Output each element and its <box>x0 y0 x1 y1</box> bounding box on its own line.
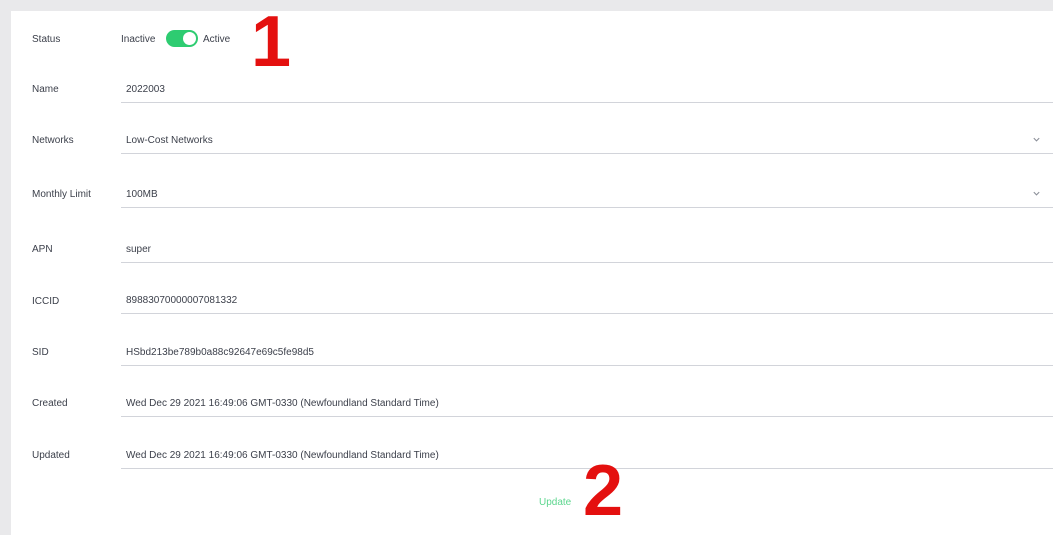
monthly-limit-select[interactable]: 100MB <box>121 183 1053 208</box>
annotation-marker-1: 1 <box>251 2 292 82</box>
sim-details-card: Status Inactive Active Name 2022003 Netw… <box>11 11 1053 535</box>
name-value: 2022003 <box>126 84 165 95</box>
annotation-marker-2: 2 <box>583 451 624 531</box>
chevron-down-icon[interactable] <box>1032 135 1041 144</box>
updated-value: Wed Dec 29 2021 16:49:06 GMT-0330 (Newfo… <box>126 450 439 461</box>
toggle-knob <box>183 32 196 45</box>
sid-label: SID <box>32 347 49 358</box>
networks-value: Low-Cost Networks <box>126 135 213 146</box>
iccid-value: 89883070000007081332 <box>126 295 238 306</box>
status-inactive-text: Inactive <box>121 34 156 45</box>
status-toggle[interactable] <box>166 30 198 47</box>
iccid-field[interactable]: 89883070000007081332 <box>121 289 1053 314</box>
apn-field[interactable]: super <box>121 238 1053 263</box>
chevron-down-icon[interactable] <box>1032 189 1041 198</box>
apn-label: APN <box>32 244 53 255</box>
iccid-label: ICCID <box>32 296 60 307</box>
monthly-limit-value: 100MB <box>126 189 158 200</box>
created-label: Created <box>32 398 68 409</box>
name-label: Name <box>32 84 59 95</box>
created-field[interactable]: Wed Dec 29 2021 16:49:06 GMT-0330 (Newfo… <box>121 392 1053 417</box>
created-value: Wed Dec 29 2021 16:49:06 GMT-0330 (Newfo… <box>126 398 439 409</box>
updated-label: Updated <box>32 450 70 461</box>
networks-select[interactable]: Low-Cost Networks <box>121 129 1053 154</box>
status-label: Status <box>32 34 61 45</box>
apn-value: super <box>126 244 152 255</box>
sid-field[interactable]: HSbd213be789b0a88c92647e69c5fe98d5 <box>121 341 1053 366</box>
sid-value: HSbd213be789b0a88c92647e69c5fe98d5 <box>126 347 314 358</box>
status-active-text: Active <box>203 34 231 45</box>
update-button[interactable]: Update <box>535 495 575 510</box>
monthly-limit-label: Monthly Limit <box>32 189 91 200</box>
networks-label: Networks <box>32 135 74 146</box>
